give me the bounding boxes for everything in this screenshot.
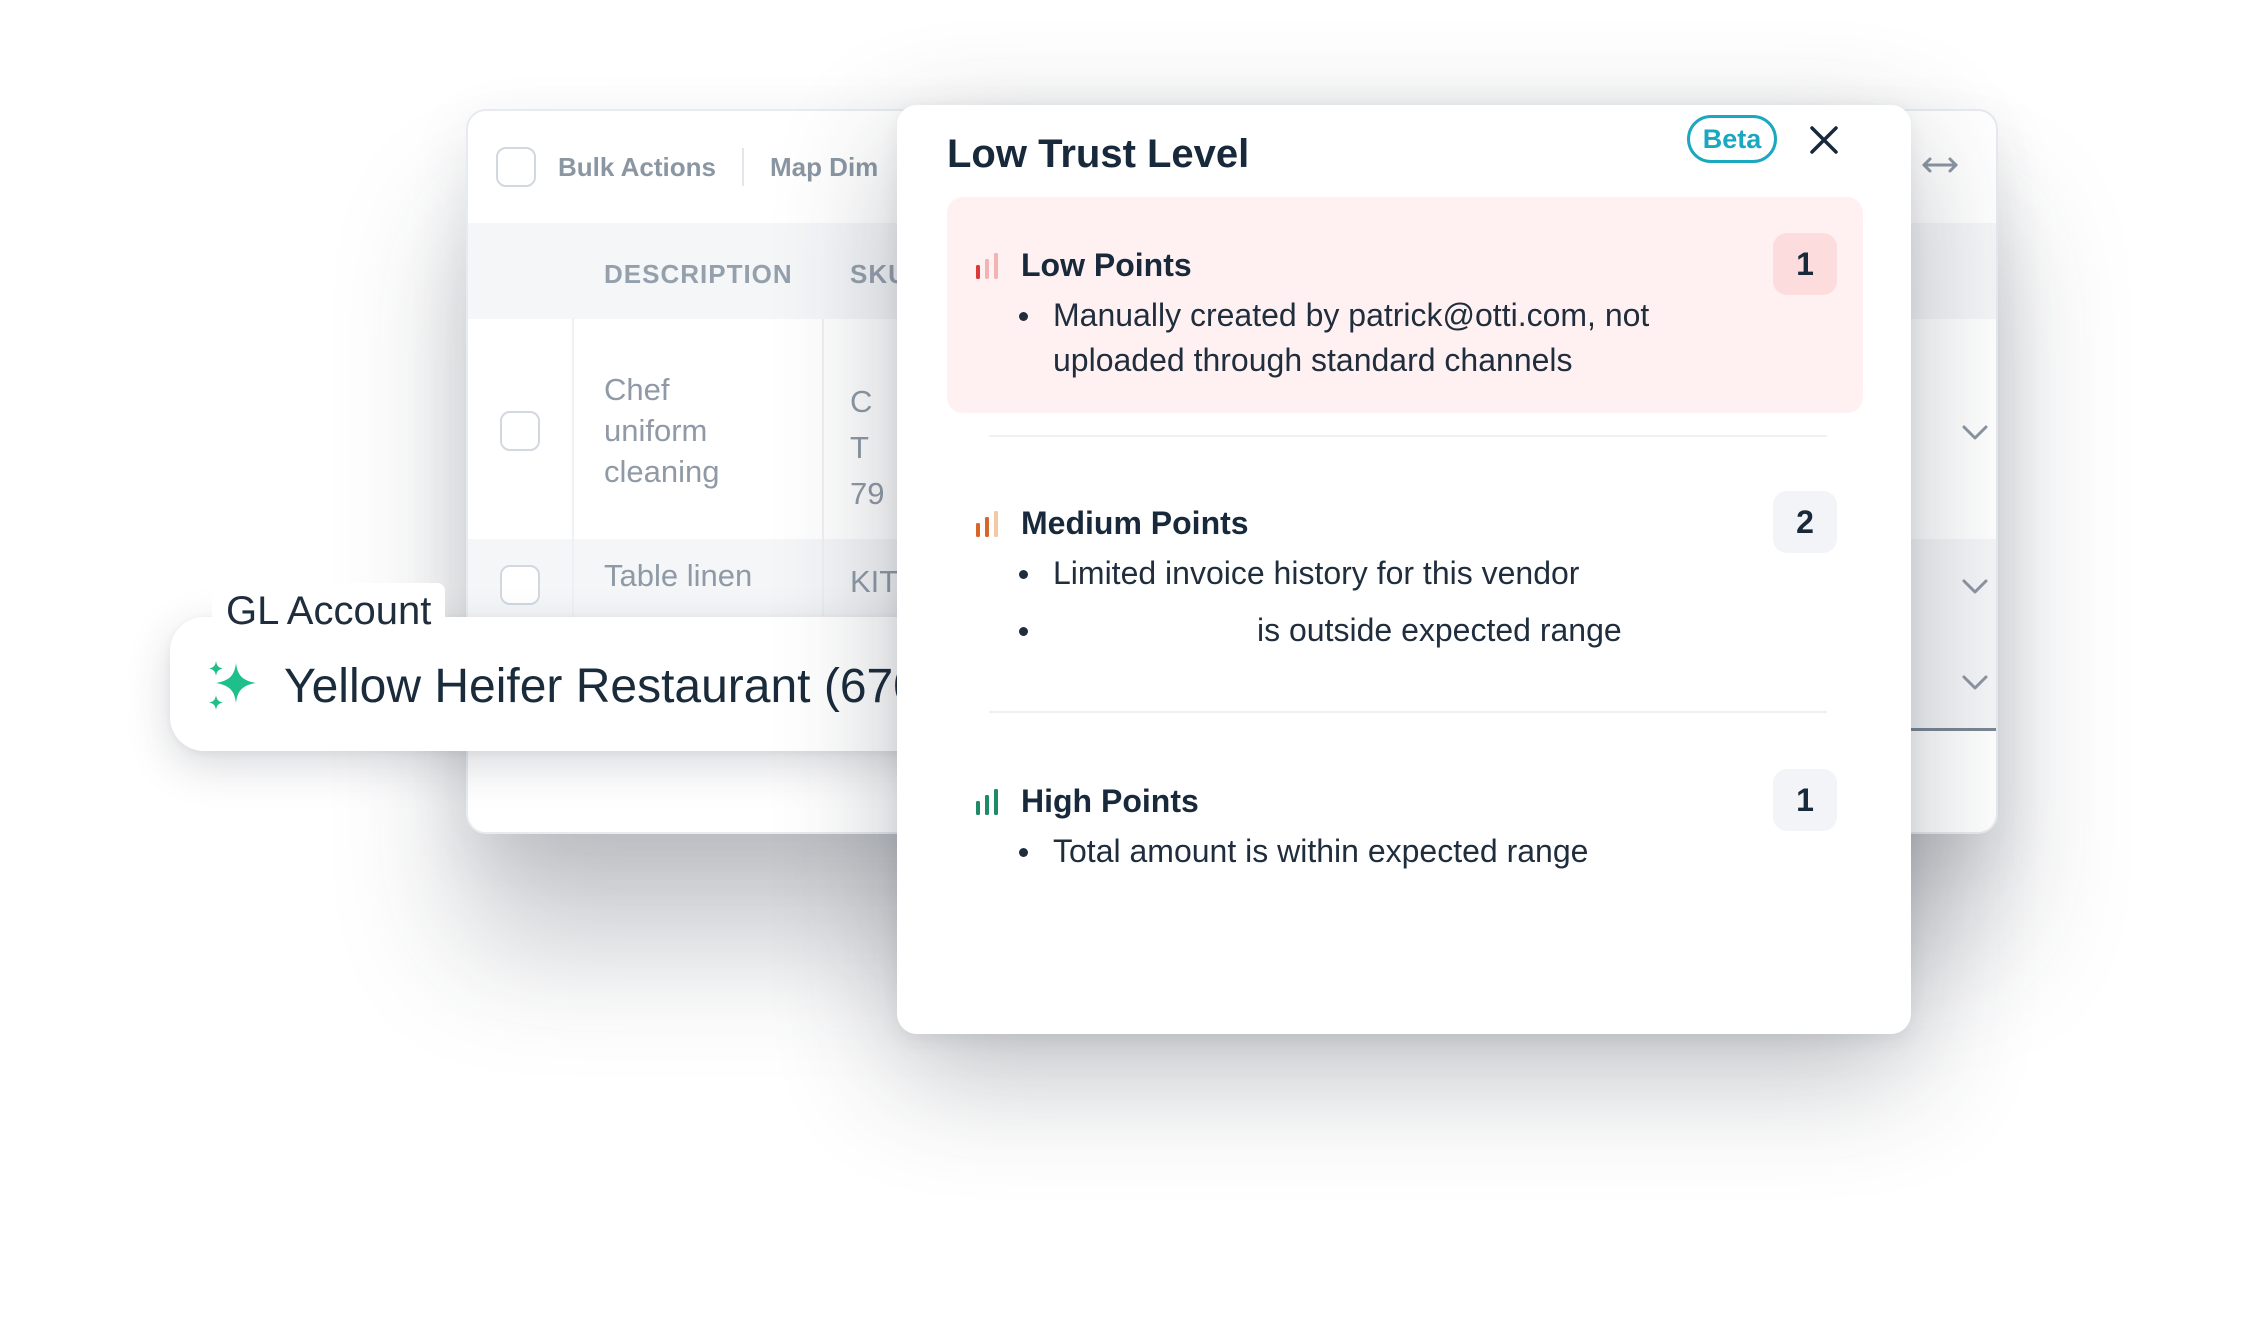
count-badge: 1 — [1773, 769, 1837, 831]
column-divider — [822, 319, 824, 539]
chevron-down-icon[interactable] — [1958, 415, 1992, 449]
toolbar-divider — [741, 148, 744, 186]
row-sku: CT 79 — [850, 384, 885, 511]
high-points-section: High Points 1 Total amount is within exp… — [947, 733, 1863, 933]
list-item: is outside expected range — [1019, 608, 1719, 653]
column-header-description[interactable]: DESCRIPTION — [604, 259, 793, 290]
gl-account-label: GL Account — [212, 583, 446, 639]
points-list: Manually created by patrick@otti.com, no… — [1019, 293, 1719, 383]
gl-account-value: Yellow Heifer Restaurant (6700) — [284, 660, 963, 713]
sparkle-icon — [209, 661, 256, 710]
medium-points-section: Medium Points 2 Limited invoice history … — [947, 455, 1863, 699]
column-divider — [572, 319, 574, 539]
section-title: Medium Points — [1021, 505, 1249, 541]
select-all-checkbox[interactable] — [496, 147, 536, 187]
points-list: Limited invoice history for this vendor … — [1019, 551, 1719, 665]
section-divider — [989, 711, 1827, 713]
panel-title: Low Trust Level — [947, 132, 1250, 176]
low-points-section: Low Points 1 Manually created by patrick… — [947, 197, 1863, 413]
section-divider — [989, 435, 1827, 437]
list-item: Total amount is within expected range — [1019, 829, 1719, 874]
signal-bars-icon — [976, 789, 998, 815]
section-title: Low Points — [1021, 247, 1192, 283]
bulk-actions-button[interactable]: Bulk Actions — [558, 152, 716, 183]
signal-bars-icon — [976, 253, 998, 279]
signal-bars-icon — [976, 511, 998, 537]
points-list: Total amount is within expected range — [1019, 829, 1719, 874]
row-checkbox[interactable] — [500, 411, 540, 451]
trust-level-panel: Low Trust Level Beta Low Points 1 Manual… — [897, 105, 1911, 1034]
chevron-down-icon[interactable] — [1958, 569, 1992, 603]
count-badge: 1 — [1773, 233, 1837, 295]
close-icon[interactable] — [1805, 121, 1843, 159]
map-dimensions-button[interactable]: Map Dim — [770, 152, 878, 183]
section-title: High Points — [1021, 783, 1199, 819]
beta-badge: Beta — [1687, 115, 1777, 163]
list-item: Limited invoice history for this vendor — [1019, 551, 1719, 596]
chevron-down-icon[interactable] — [1958, 665, 1992, 699]
expand-arrows-icon[interactable] — [1916, 141, 1964, 189]
stage: Bulk Actions Map Dim DESCRIPTION SKU Che… — [0, 0, 2262, 1320]
row-description: Chef uniform cleaning — [604, 372, 720, 489]
count-badge: 2 — [1773, 491, 1837, 553]
list-item: Manually created by patrick@otti.com, no… — [1019, 293, 1719, 383]
